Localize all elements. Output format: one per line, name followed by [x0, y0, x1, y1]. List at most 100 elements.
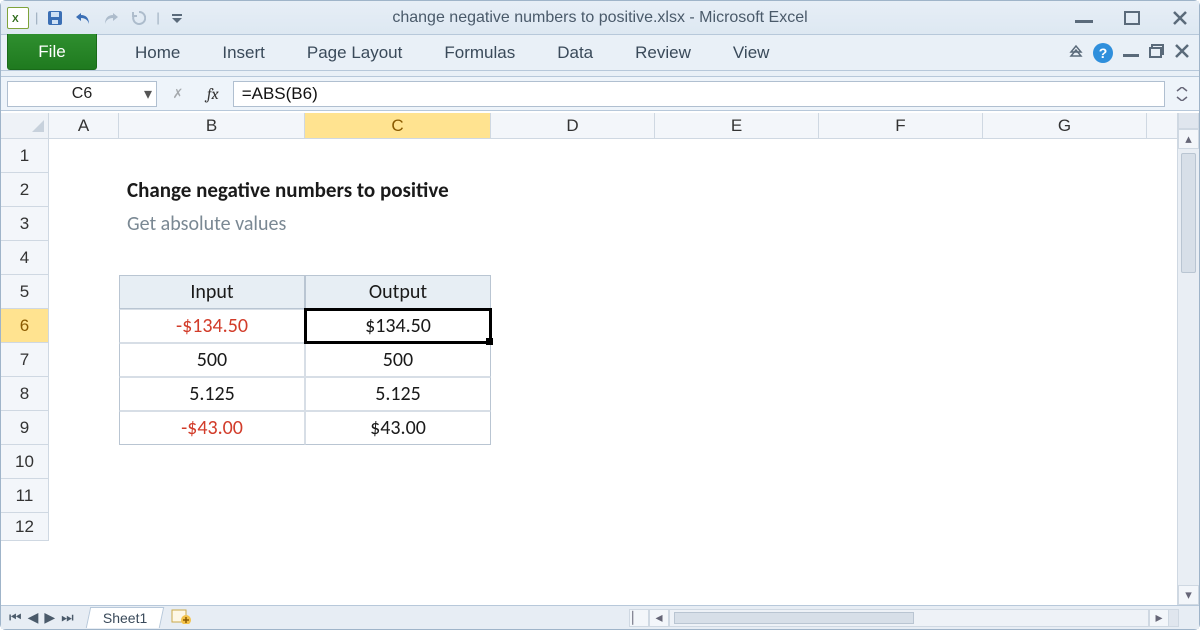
- file-tab[interactable]: File: [7, 34, 97, 70]
- table-header-input[interactable]: Input: [119, 275, 305, 309]
- hscroll-left-icon[interactable]: ◂: [649, 609, 669, 627]
- cell[interactable]: [655, 377, 819, 411]
- formula-input[interactable]: =ABS(B6): [233, 81, 1165, 107]
- cell[interactable]: [49, 513, 119, 541]
- cell[interactable]: [491, 309, 655, 343]
- tab-view[interactable]: View: [729, 35, 774, 70]
- doc-close-icon[interactable]: [1175, 44, 1189, 61]
- row-header-11[interactable]: 11: [1, 479, 49, 513]
- cell[interactable]: [49, 411, 119, 445]
- row-header-12[interactable]: 12: [1, 513, 49, 541]
- cell[interactable]: [49, 479, 119, 513]
- tab-review[interactable]: Review: [631, 35, 695, 70]
- cell[interactable]: [49, 377, 119, 411]
- row-header-8[interactable]: 8: [1, 377, 49, 411]
- cell[interactable]: [655, 411, 819, 445]
- tab-page-layout[interactable]: Page Layout: [303, 35, 406, 70]
- cell[interactable]: [305, 139, 491, 173]
- cell[interactable]: [49, 207, 119, 241]
- hscroll-split-icon[interactable]: ⎸: [629, 609, 649, 627]
- row-header-6[interactable]: 6: [1, 309, 49, 343]
- save-icon[interactable]: [44, 7, 66, 29]
- cell[interactable]: [819, 377, 983, 411]
- table-cell[interactable]: 5.125: [119, 377, 305, 411]
- help-icon[interactable]: ?: [1093, 43, 1113, 63]
- col-header-d[interactable]: D: [491, 113, 655, 138]
- cell[interactable]: [491, 139, 655, 173]
- close-icon[interactable]: [1167, 9, 1193, 27]
- qat-customize-icon[interactable]: [166, 7, 188, 29]
- undo-icon[interactable]: [72, 7, 94, 29]
- col-header-g[interactable]: G: [983, 113, 1147, 138]
- table-cell[interactable]: 500: [119, 343, 305, 377]
- row-header-3[interactable]: 3: [1, 207, 49, 241]
- cell[interactable]: [983, 445, 1147, 479]
- excel-icon[interactable]: X: [7, 7, 29, 29]
- cell[interactable]: [655, 275, 819, 309]
- sheet-next-icon[interactable]: ▶: [44, 609, 55, 626]
- scroll-thumb[interactable]: [1181, 153, 1196, 273]
- cell[interactable]: [655, 343, 819, 377]
- row-header-2[interactable]: 2: [1, 173, 49, 207]
- grid[interactable]: A B C D E F G 1 2 Change negative number…: [1, 113, 1177, 605]
- table-cell[interactable]: -$43.00: [119, 411, 305, 445]
- refresh-icon[interactable]: [128, 7, 150, 29]
- vertical-scrollbar[interactable]: ▴ ▾: [1177, 113, 1199, 605]
- sheet-last-icon[interactable]: ⏭: [61, 609, 74, 626]
- col-header-e[interactable]: E: [655, 113, 819, 138]
- cell[interactable]: [49, 343, 119, 377]
- hscroll-split-handle[interactable]: [1169, 609, 1179, 627]
- minimize-icon[interactable]: [1071, 9, 1097, 27]
- row-header-10[interactable]: 10: [1, 445, 49, 479]
- cell[interactable]: [819, 309, 983, 343]
- cell[interactable]: [305, 445, 491, 479]
- cell[interactable]: [305, 241, 491, 275]
- cell[interactable]: [819, 479, 983, 513]
- hscroll-track[interactable]: [669, 609, 1149, 627]
- row-header-9[interactable]: 9: [1, 411, 49, 445]
- cell[interactable]: [655, 139, 819, 173]
- cell[interactable]: [491, 479, 655, 513]
- row-header-5[interactable]: 5: [1, 275, 49, 309]
- doc-restore-icon[interactable]: [1149, 44, 1165, 61]
- row-header-1[interactable]: 1: [1, 139, 49, 173]
- split-handle-icon[interactable]: [1178, 113, 1199, 129]
- col-header-b[interactable]: B: [119, 113, 305, 138]
- col-header-a[interactable]: A: [49, 113, 119, 138]
- col-header-c[interactable]: C: [305, 113, 491, 138]
- sheet-tab-active[interactable]: Sheet1: [86, 607, 165, 628]
- scroll-down-icon[interactable]: ▾: [1178, 585, 1199, 605]
- row-header-4[interactable]: 4: [1, 241, 49, 275]
- title-cell[interactable]: Change negative numbers to positive: [119, 173, 919, 207]
- tab-formulas[interactable]: Formulas: [440, 35, 519, 70]
- cell[interactable]: [983, 139, 1147, 173]
- cell[interactable]: [491, 445, 655, 479]
- cell[interactable]: [983, 275, 1147, 309]
- formula-expand-icon[interactable]: [1171, 87, 1193, 101]
- cell[interactable]: [119, 139, 305, 173]
- horizontal-scrollbar[interactable]: ⎸ ◂ ▸: [629, 606, 1199, 629]
- table-cell[interactable]: 5.125: [305, 377, 491, 411]
- new-sheet-icon[interactable]: [170, 608, 192, 627]
- ribbon-expand-icon[interactable]: [1069, 44, 1083, 61]
- doc-minimize-icon[interactable]: [1123, 45, 1139, 60]
- cell[interactable]: [491, 513, 655, 541]
- cell[interactable]: [983, 411, 1147, 445]
- cell[interactable]: [983, 309, 1147, 343]
- tab-data[interactable]: Data: [553, 35, 597, 70]
- cell[interactable]: [491, 241, 655, 275]
- table-cell[interactable]: 500: [305, 343, 491, 377]
- cell[interactable]: [305, 513, 491, 541]
- cell[interactable]: [983, 343, 1147, 377]
- sheet-prev-icon[interactable]: ◀: [28, 609, 39, 626]
- cell[interactable]: [119, 513, 305, 541]
- cell[interactable]: [49, 139, 119, 173]
- table-header-output[interactable]: Output: [305, 275, 491, 309]
- cell[interactable]: [491, 411, 655, 445]
- fx-icon[interactable]: fx: [199, 85, 227, 103]
- cell[interactable]: [655, 479, 819, 513]
- subtitle-cell[interactable]: Get absolute values: [119, 207, 919, 241]
- name-box-dropdown-icon[interactable]: ▾: [144, 84, 152, 104]
- cell[interactable]: [819, 139, 983, 173]
- cell[interactable]: [655, 241, 819, 275]
